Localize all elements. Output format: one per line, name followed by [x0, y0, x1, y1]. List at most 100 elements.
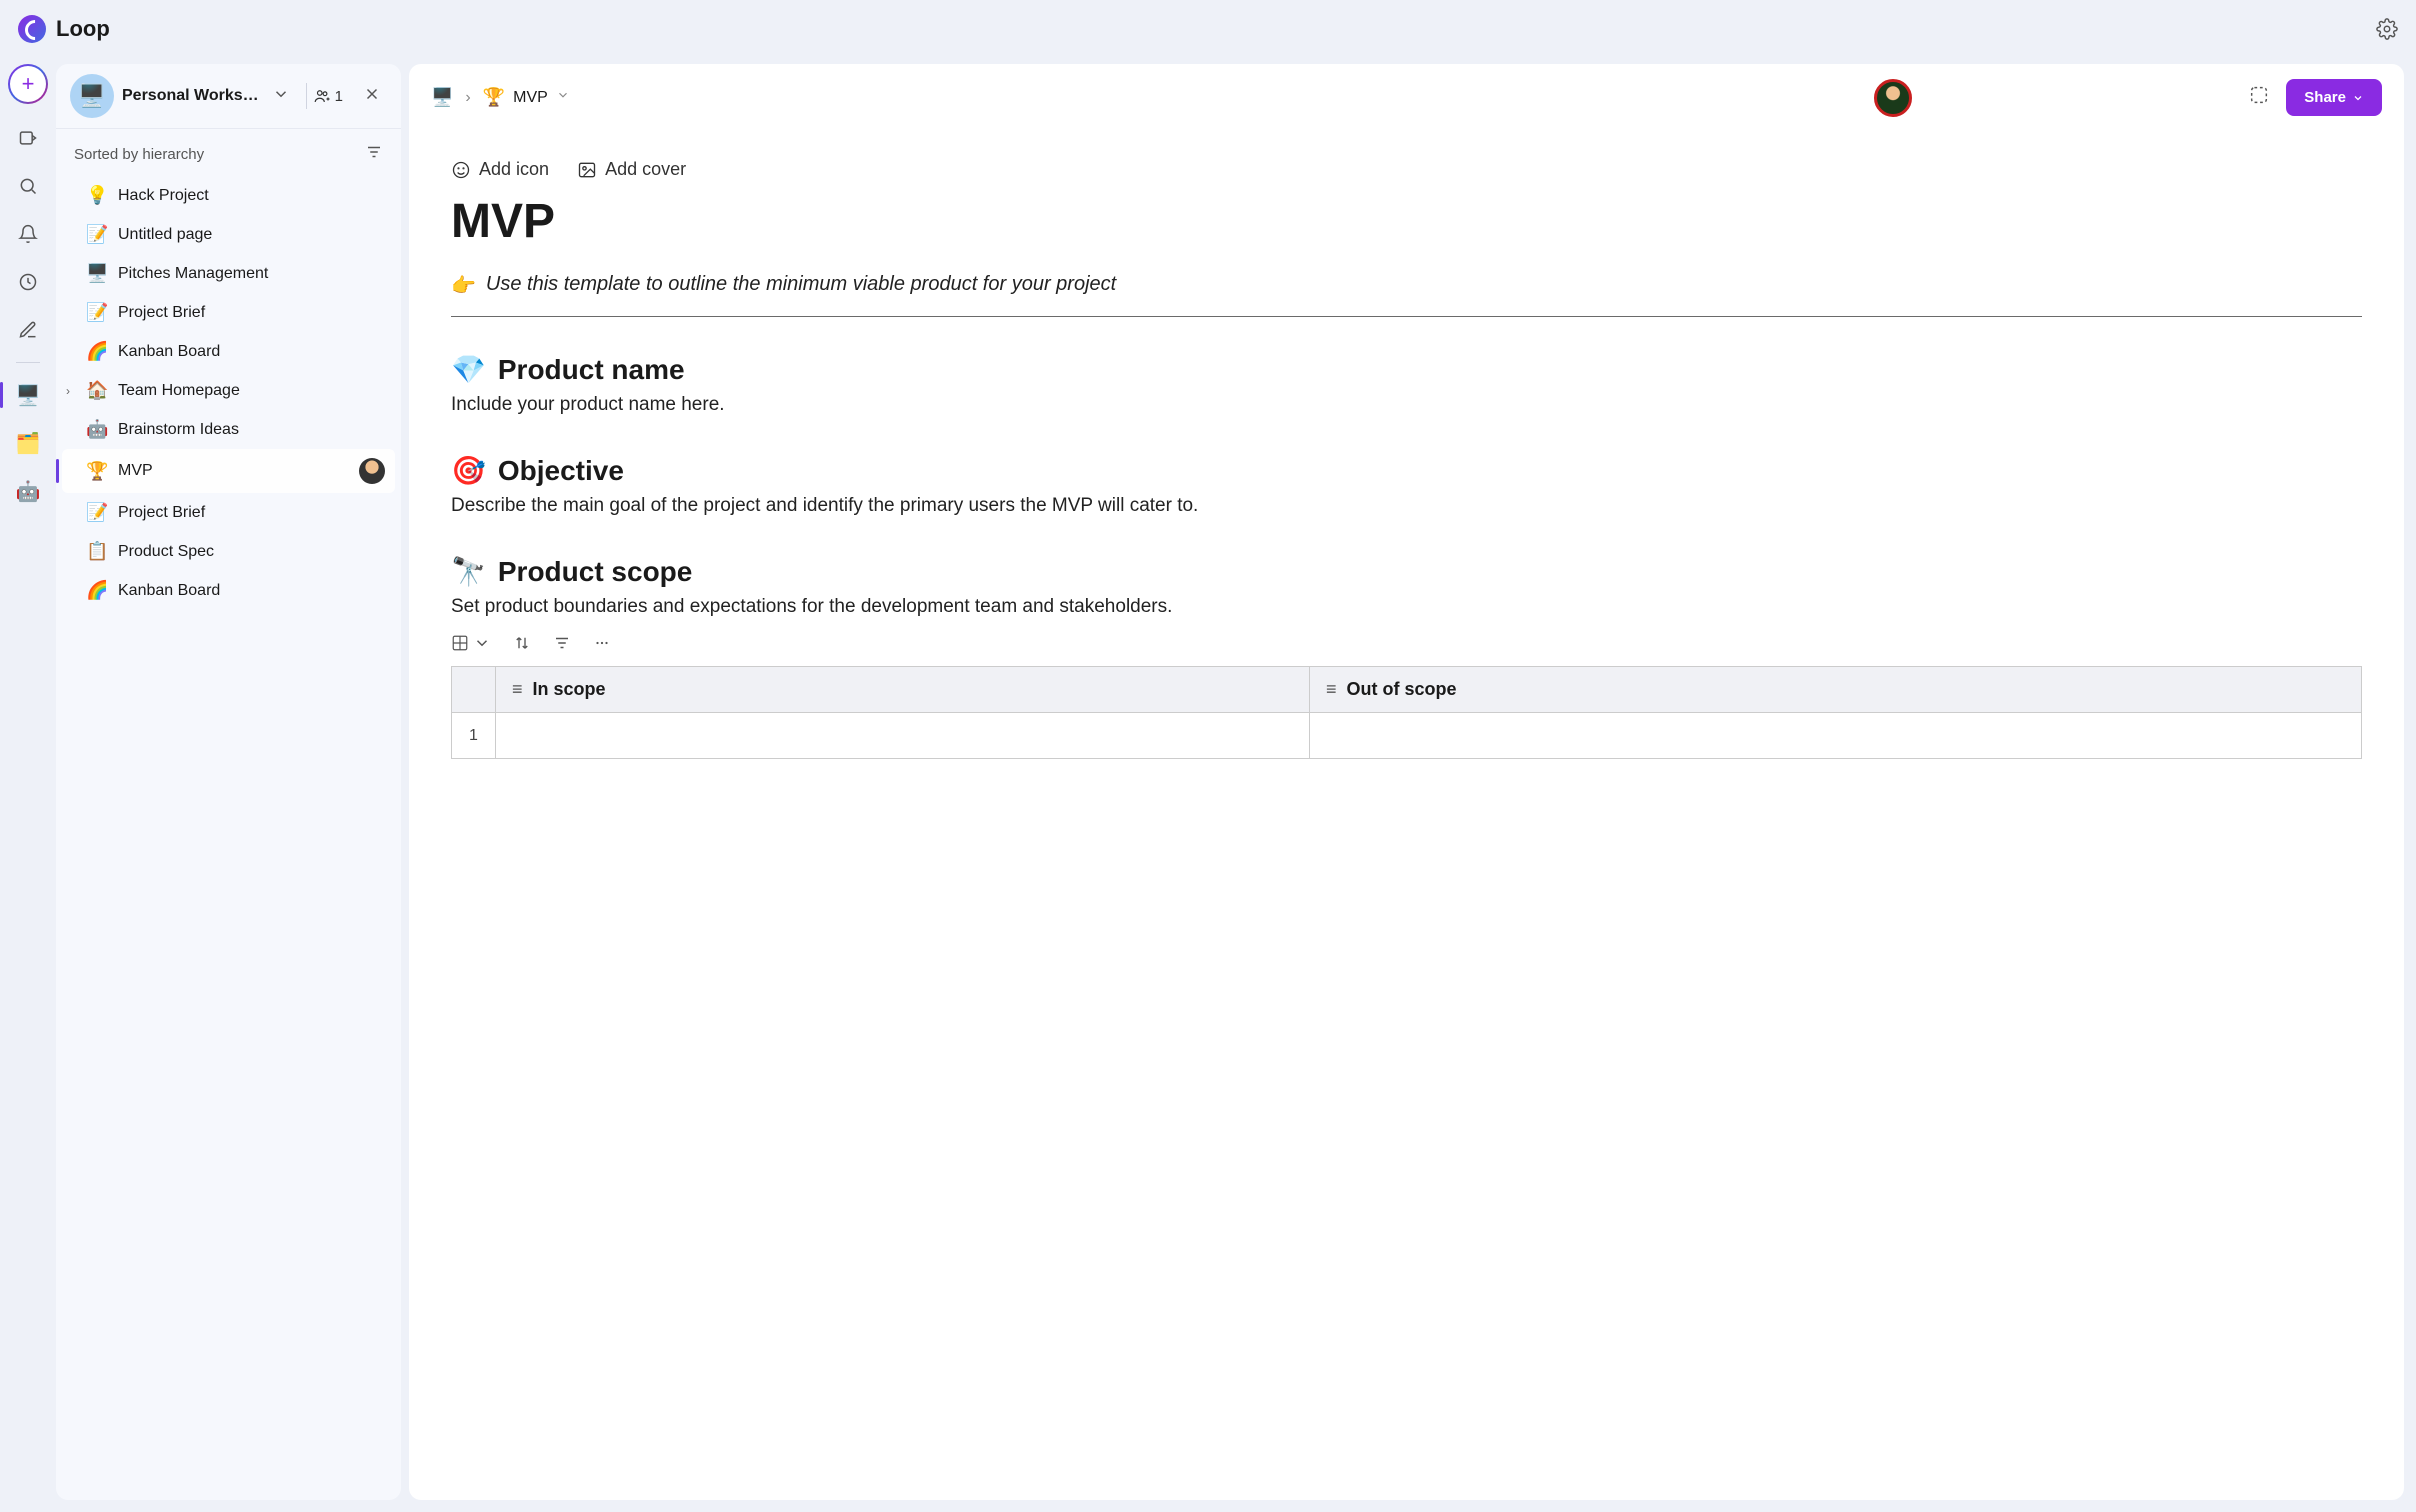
section-objective[interactable]: 🎯 Objective Describe the main goal of th… [451, 454, 2362, 517]
close-sidebar-button[interactable] [357, 81, 387, 112]
sidebar-item-untitled-page[interactable]: 📝 Untitled page [62, 215, 395, 254]
page-icon: 📝 [86, 224, 108, 245]
page-icon: 💡 [86, 185, 108, 206]
breadcrumb-dropdown[interactable] [556, 88, 570, 107]
workspace-header: 🖥️ Personal Works… 1 [56, 64, 401, 129]
sidebar-item-kanban-board[interactable]: 🌈Kanban Board [62, 571, 395, 610]
workspace-shortcut-3[interactable]: 🤖 [12, 475, 44, 507]
point-right-icon: 👉 [451, 273, 476, 298]
sidebar-item-hack-project[interactable]: 💡 Hack Project [62, 176, 395, 215]
notifications-button[interactable] [12, 218, 44, 250]
cell-in-scope[interactable] [496, 713, 1310, 759]
page-icon: 📝 [86, 502, 108, 523]
section-title: Product name [498, 354, 685, 386]
card-icon: 🗂️ [16, 431, 41, 456]
workspace-shortcut-2[interactable]: 🗂️ [12, 427, 44, 459]
sidebar-item-label: Untitled page [118, 226, 385, 244]
add-cover-button[interactable]: Add cover [577, 159, 686, 180]
workspace-dropdown[interactable] [268, 81, 294, 112]
sidebar-item-mvp[interactable]: 🏆MVP [62, 449, 395, 493]
chevron-down-icon [2352, 92, 2364, 104]
add-cover-label: Add cover [605, 159, 686, 180]
chevron-right-icon: › [465, 89, 470, 107]
breadcrumb-root-icon[interactable]: 🖥️ [431, 87, 453, 108]
text-column-icon: ≡ [1326, 679, 1337, 699]
sidebar-item-brainstorm-ideas[interactable]: 🤖Brainstorm Ideas [62, 410, 395, 449]
sidebar-item-project-brief[interactable]: 📝 Project Brief [62, 293, 395, 332]
sidebar-item-pitches-management[interactable]: 🖥️ Pitches Management [62, 254, 395, 293]
page-icon: 🌈 [86, 341, 108, 362]
sidebar-item-label: Pitches Management [118, 265, 385, 283]
sidebar-panel: 🖥️ Personal Works… 1 Sorted by hierarchy… [56, 64, 401, 1500]
row-number: 1 [452, 713, 496, 759]
section-body[interactable]: Describe the main goal of the project an… [451, 495, 2362, 517]
table-more-button[interactable] [593, 634, 611, 652]
table-controls [451, 634, 2362, 652]
divider [451, 316, 2362, 317]
table-header-in-scope[interactable]: ≡In scope [496, 667, 1310, 713]
presence-avatar[interactable] [1874, 79, 1912, 117]
search-button[interactable] [12, 170, 44, 202]
sort-options-button[interactable] [365, 143, 383, 166]
page-icon: 🖥️ [86, 263, 108, 284]
workspace-members-button[interactable]: 1 [306, 83, 349, 109]
document-body[interactable]: Add icon Add cover MVP 👉 Use this templa… [409, 131, 2404, 1500]
sidebar-item-label: Project Brief [118, 304, 385, 322]
plus-icon: + [22, 71, 35, 97]
add-icon-button[interactable]: Add icon [451, 159, 549, 180]
image-icon [577, 160, 597, 180]
app-name: Loop [56, 16, 110, 42]
workspace-avatar[interactable]: 🖥️ [70, 74, 114, 118]
table-row[interactable]: 1 [452, 713, 2362, 759]
table-header-rownum[interactable] [452, 667, 496, 713]
sidebar-item-label: Hack Project [118, 187, 385, 205]
table-sort-button[interactable] [513, 634, 531, 652]
share-button[interactable]: Share [2286, 79, 2382, 116]
share-label: Share [2304, 89, 2346, 106]
create-button[interactable]: + [8, 64, 48, 104]
breadcrumb-page-icon[interactable]: 🏆 [483, 87, 505, 108]
cell-out-of-scope[interactable] [1310, 713, 2362, 759]
app-topbar: Loop [0, 0, 2416, 58]
table-filter-button[interactable] [553, 634, 571, 652]
table-header-out-of-scope[interactable]: ≡Out of scope [1310, 667, 2362, 713]
section-body[interactable]: Set product boundaries and expectations … [451, 596, 2362, 618]
workspace-name[interactable]: Personal Works… [122, 87, 260, 105]
table-view-button[interactable] [451, 634, 491, 652]
gem-icon: 💎 [451, 353, 486, 386]
text-column-icon: ≡ [512, 679, 523, 699]
scope-table[interactable]: ≡In scope ≡Out of scope 1 [451, 666, 2362, 759]
breadcrumb-page-label[interactable]: MVP [513, 89, 548, 107]
sidebar-item-kanban-board[interactable]: 🌈Kanban Board [62, 332, 395, 371]
sidebar-item-project-brief[interactable]: 📝 Project Brief [62, 493, 395, 532]
member-count: 1 [335, 88, 343, 105]
document-pane: 🖥️ › 🏆 MVP Share Add i [409, 64, 2404, 1500]
workspace-avatar-emoji: 🖥️ [78, 83, 105, 109]
desktop-icon: 🖥️ [16, 383, 41, 408]
canvas-mode-button[interactable] [2242, 78, 2276, 117]
settings-button[interactable] [2376, 18, 2398, 40]
target-icon: 🎯 [451, 454, 486, 487]
section-title: Product scope [498, 556, 692, 588]
sidebar-item-team-homepage[interactable]: ›🏠Team Homepage [62, 371, 395, 410]
app-logo-group[interactable]: Loop [18, 15, 110, 43]
smiley-icon [451, 160, 471, 180]
chevron-right-icon[interactable]: › [66, 384, 70, 398]
section-body[interactable]: Include your product name here. [451, 394, 2362, 416]
section-product-scope[interactable]: 🔭 Product scope Set product boundaries a… [451, 555, 2362, 759]
section-product-name[interactable]: 💎 Product name Include your product name… [451, 353, 2362, 416]
page-title[interactable]: MVP [451, 194, 2362, 249]
page-icon: 🌈 [86, 580, 108, 601]
page-icon: 📝 [86, 302, 108, 323]
sidebar-item-label: Team Homepage [118, 382, 385, 400]
expand-panel-button[interactable] [12, 122, 44, 154]
recent-button[interactable] [12, 266, 44, 298]
sidebar-item-label: Project Brief [118, 504, 385, 522]
left-rail: + 🖥️ 🗂️ 🤖 [0, 58, 56, 1512]
sidebar-item-product-spec[interactable]: 📋Product Spec [62, 532, 395, 571]
template-hint-text: Use this template to outline the minimum… [486, 273, 1116, 296]
workspace-shortcut-personal[interactable]: 🖥️ [12, 379, 44, 411]
template-hint[interactable]: 👉 Use this template to outline the minim… [451, 273, 2362, 298]
sort-label: Sorted by hierarchy [74, 146, 365, 163]
drafts-button[interactable] [12, 314, 44, 346]
